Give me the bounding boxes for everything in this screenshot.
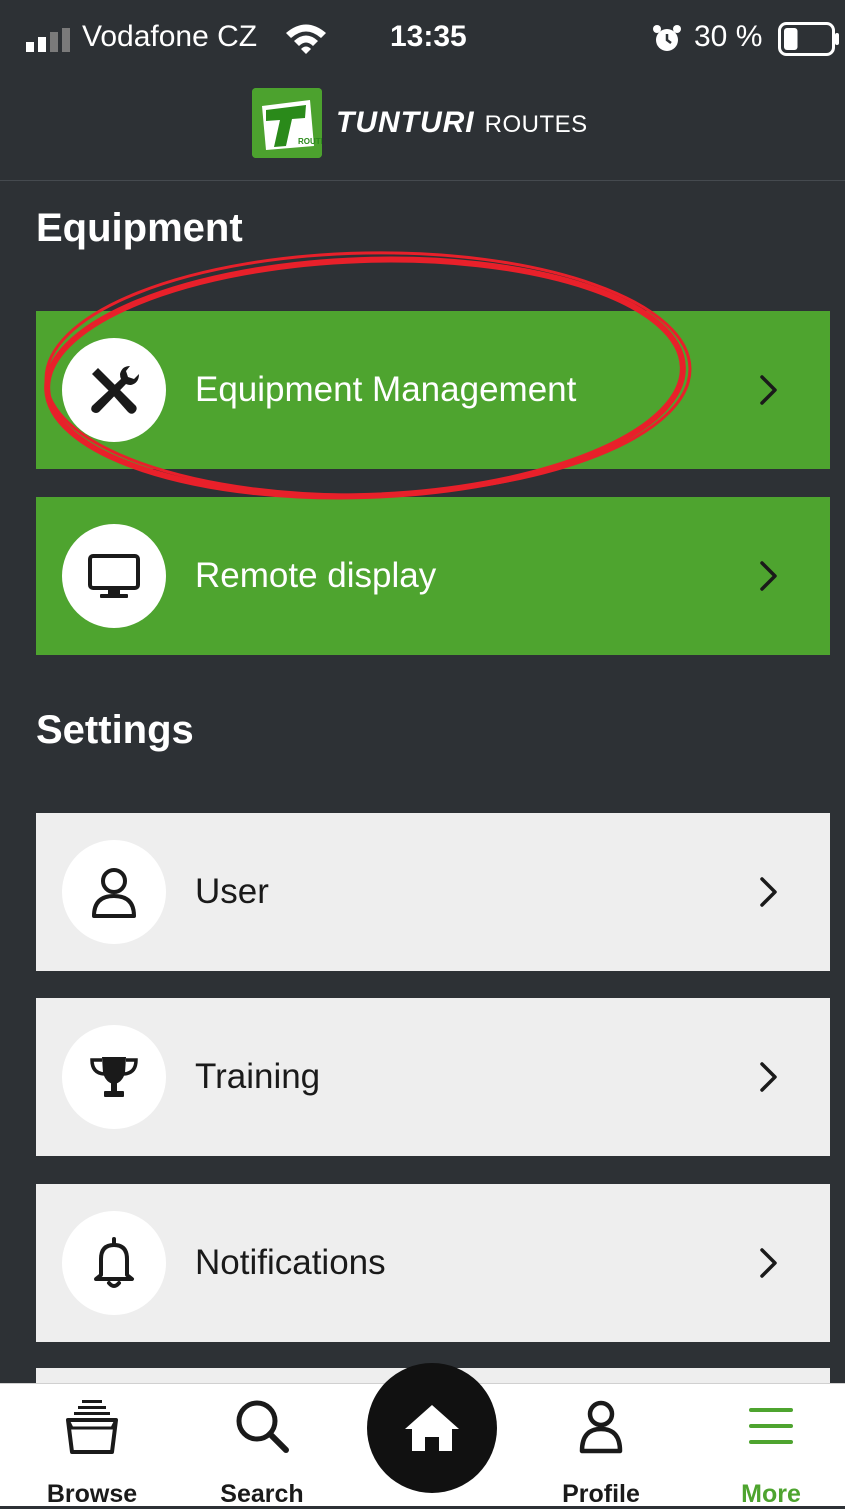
search-icon — [236, 1400, 289, 1453]
icon-circle — [62, 1025, 166, 1129]
menu-item-label: Remote display — [195, 556, 437, 595]
chevron-right-icon — [760, 375, 777, 405]
section-title-settings: Settings — [36, 708, 194, 752]
clock: 13:35 — [390, 20, 467, 53]
section-title-equipment: Equipment — [36, 206, 243, 250]
menu-item-label: Equipment Management — [195, 370, 577, 409]
wifi-icon — [286, 24, 326, 54]
tab-profile[interactable]: Profile — [526, 1384, 676, 1508]
chevron-right-icon — [760, 877, 777, 907]
chevron-right-icon — [760, 1062, 777, 1092]
icon-circle — [62, 338, 166, 442]
battery-icon — [778, 22, 839, 56]
tab-browse[interactable]: Browse — [17, 1384, 167, 1508]
menu-item-label: Training — [195, 1057, 321, 1096]
menu-item-remote-display[interactable]: Remote display — [36, 497, 830, 655]
menu-item-user[interactable]: User — [36, 813, 830, 971]
home-button[interactable] — [367, 1363, 497, 1493]
menu-item-equipment-management[interactable]: Equipment Management — [36, 311, 830, 469]
monitor-icon — [88, 554, 140, 598]
tab-search[interactable]: Search — [187, 1384, 337, 1508]
app-header: ROUTES TUNTURI ROUTES — [0, 80, 845, 181]
home-icon — [405, 1405, 459, 1451]
icon-circle — [62, 524, 166, 628]
tunturi-logo-icon: ROUTES — [252, 88, 322, 158]
brand-suffix: ROUTES — [484, 111, 588, 138]
tools-icon — [91, 366, 139, 414]
signal-icon — [26, 28, 70, 52]
alarm-icon — [653, 25, 681, 51]
brand-name: TUNTURI — [336, 106, 475, 139]
app-brand: TUNTURI ROUTES — [336, 106, 588, 140]
tab-more[interactable]: More — [696, 1384, 845, 1508]
menu-item-label: Notifications — [195, 1243, 386, 1282]
tunturi-logo-badge: ROUTES — [252, 88, 322, 158]
menu-item-label: User — [195, 872, 269, 911]
menu-item-training[interactable]: Training — [36, 998, 830, 1156]
browse-stack-icon — [66, 1400, 118, 1454]
status-bar: Vodafone CZ 13:35 30 % — [0, 0, 845, 80]
user-icon — [92, 868, 136, 918]
trophy-icon — [90, 1057, 138, 1097]
battery-percent: 30 % — [694, 20, 763, 53]
icon-circle — [62, 1211, 166, 1315]
profile-icon — [579, 1400, 623, 1454]
chevron-right-icon — [760, 1248, 777, 1278]
menu-icon — [749, 1408, 793, 1444]
bell-icon — [94, 1237, 134, 1288]
carrier-name: Vodafone CZ — [82, 20, 258, 53]
chevron-right-icon — [760, 561, 777, 591]
svg-text:ROUTES: ROUTES — [298, 137, 322, 146]
menu-item-notifications[interactable]: Notifications — [36, 1184, 830, 1342]
icon-circle — [62, 840, 166, 944]
